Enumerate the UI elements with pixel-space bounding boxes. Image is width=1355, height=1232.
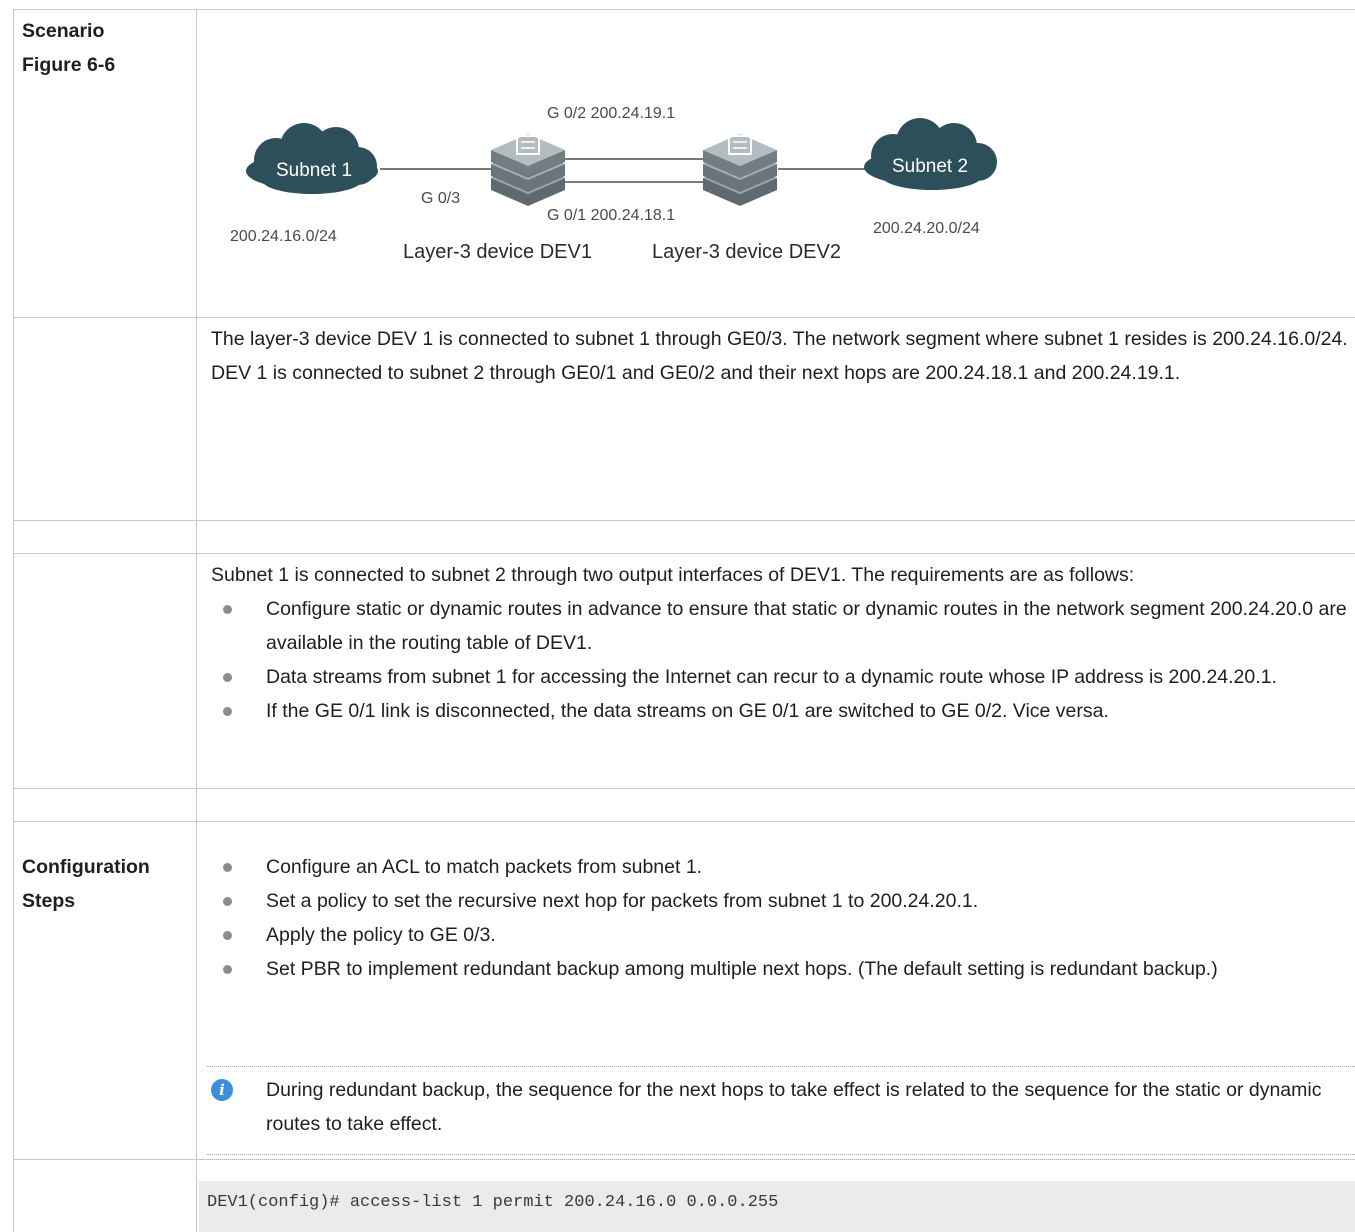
subnet1-cloud-icon: Subnet 1 xyxy=(246,123,378,194)
configuration-label: Configuration xyxy=(22,856,150,878)
figure-label: Figure 6-6 xyxy=(22,54,116,76)
note-top-separator xyxy=(207,1066,1355,1067)
dev1-label: Layer-3 device DEV1 xyxy=(403,241,592,263)
table-left-border xyxy=(13,9,14,1232)
row-divider xyxy=(13,821,1355,822)
column-divider xyxy=(196,9,197,1232)
row-divider xyxy=(13,317,1355,318)
description-line-1: The layer-3 device DEV 1 is connected to… xyxy=(211,328,1348,350)
row-divider xyxy=(13,520,1355,521)
subnet1-label: Subnet 1 xyxy=(276,160,352,181)
port-g01-label: G 0/1 200.24.18.1 xyxy=(547,207,675,224)
list-item: If the GE 0/1 link is disconnected, the … xyxy=(211,694,1351,728)
note-bottom-separator xyxy=(207,1154,1355,1155)
port-g02-label: G 0/2 200.24.19.1 xyxy=(547,105,675,122)
subnet2-cloud-icon: Subnet 2 xyxy=(864,118,997,190)
row-divider xyxy=(13,9,1355,10)
description-text: The layer-3 device DEV 1 is connected to… xyxy=(211,322,1351,390)
requirements-block: Subnet 1 is connected to subnet 2 throug… xyxy=(211,558,1351,728)
list-item: Apply the policy to GE 0/3. xyxy=(211,918,1351,952)
subnet2-label: Subnet 2 xyxy=(892,156,968,177)
requirements-list: Configure static or dynamic routes in ad… xyxy=(211,592,1351,728)
dev2-switch-icon xyxy=(703,134,777,206)
code-line-1: DEV1(config)# access-list 1 permit 200.2… xyxy=(207,1193,779,1212)
steps-list: Configure an ACL to match packets from s… xyxy=(211,850,1351,986)
row-divider xyxy=(13,788,1355,789)
document-table: Scenario Figure 6-6 Subnet 1 Subnet 2 G … xyxy=(0,0,1355,1232)
info-icon: i xyxy=(211,1079,233,1101)
dev2-label: Layer-3 device DEV2 xyxy=(652,241,841,263)
steps-label: Steps xyxy=(22,890,76,912)
list-item: Data streams from subnet 1 for accessing… xyxy=(211,660,1351,694)
network-topology-diagram: Subnet 1 Subnet 2 G 0/2 200.24.19.1 G 0/… xyxy=(230,105,997,263)
port-g03-label: G 0/3 xyxy=(421,190,460,207)
scenario-label: Scenario xyxy=(22,20,105,42)
note-text: During redundant backup, the sequence fo… xyxy=(266,1079,1322,1135)
subnet2-address-label: 200.24.20.0/24 xyxy=(873,220,980,237)
list-item: Configure static or dynamic routes in ad… xyxy=(211,592,1351,660)
subnet1-address-label: 200.24.16.0/24 xyxy=(230,228,337,245)
list-item: Configure an ACL to match packets from s… xyxy=(211,850,1351,884)
list-item: Set a policy to set the recursive next h… xyxy=(211,884,1351,918)
requirements-intro: Subnet 1 is connected to subnet 2 throug… xyxy=(211,564,1135,586)
dev1-switch-icon xyxy=(491,134,565,206)
row-divider xyxy=(13,1159,1355,1160)
description-line-2: DEV 1 is connected to subnet 2 through G… xyxy=(211,362,1181,384)
row-divider xyxy=(13,553,1355,554)
list-item: Set PBR to implement redundant backup am… xyxy=(211,952,1351,986)
code-block: DEV1(config)# access-list 1 permit 200.2… xyxy=(199,1181,1355,1232)
note-block: i During redundant backup, the sequence … xyxy=(211,1073,1351,1141)
steps-block: Configure an ACL to match packets from s… xyxy=(211,850,1351,986)
